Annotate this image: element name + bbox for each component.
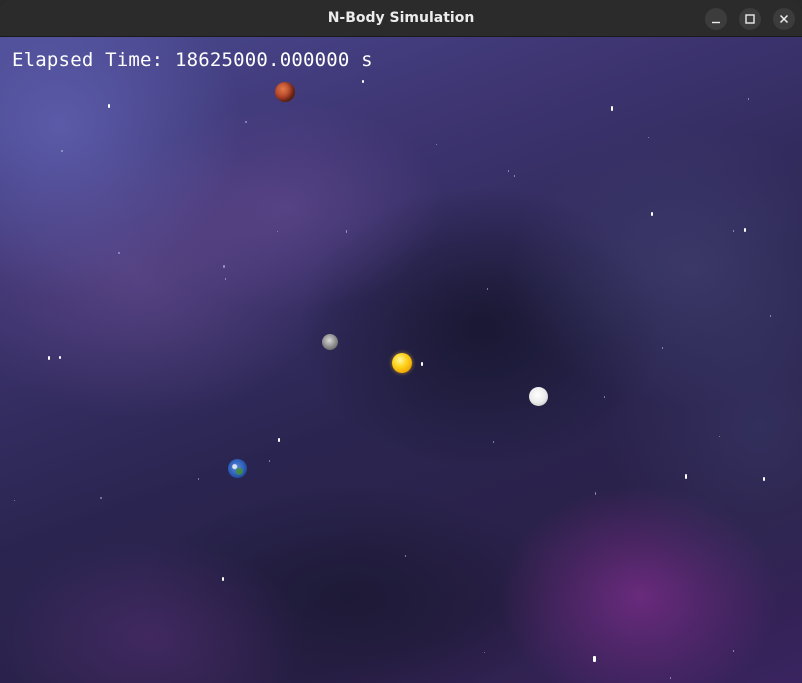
mars-icon [275, 82, 295, 102]
star [222, 577, 224, 581]
star [763, 477, 765, 481]
star [245, 121, 247, 123]
minimize-button[interactable] [705, 8, 727, 30]
star [593, 656, 596, 662]
star [118, 252, 120, 254]
star [277, 231, 278, 232]
star [514, 175, 515, 177]
star [59, 356, 61, 359]
star [108, 104, 110, 108]
star [405, 555, 406, 557]
star [670, 677, 671, 679]
star [61, 150, 63, 152]
star [100, 497, 102, 499]
star [436, 144, 437, 145]
star [719, 436, 720, 437]
elapsed-time-label: Elapsed Time: 18625000.000000 s [12, 49, 373, 71]
window-title: N-Body Simulation [327, 10, 475, 26]
star [744, 228, 746, 232]
star [595, 492, 596, 495]
star [269, 460, 270, 462]
maximize-icon [745, 14, 755, 24]
star [604, 396, 605, 398]
star [662, 347, 663, 349]
sun-icon [392, 353, 412, 373]
star [685, 474, 687, 479]
star [223, 265, 225, 268]
star [346, 230, 347, 233]
star [48, 356, 50, 360]
close-button[interactable] [773, 8, 795, 30]
star [648, 137, 649, 138]
star [14, 500, 15, 501]
star [362, 80, 364, 83]
star [484, 652, 485, 653]
star [748, 98, 749, 100]
star [611, 106, 613, 111]
star [225, 278, 226, 280]
star [278, 438, 280, 442]
app-window: N-Body Simulation Elapsed Time: 18625000… [0, 0, 802, 683]
star [733, 650, 734, 652]
maximize-button[interactable] [739, 8, 761, 30]
title-bar[interactable]: N-Body Simulation [0, 0, 802, 37]
star [770, 315, 771, 317]
minimize-icon [712, 21, 720, 24]
star [198, 478, 199, 480]
star [493, 441, 494, 443]
simulation-canvas[interactable]: Elapsed Time: 18625000.000000 s [0, 37, 802, 683]
mercury-icon [322, 334, 338, 350]
earth-icon [228, 459, 247, 478]
star [508, 170, 509, 172]
venus-icon [529, 387, 548, 406]
close-icon [779, 14, 789, 24]
star [487, 288, 488, 290]
star [733, 230, 734, 232]
star [651, 212, 653, 216]
star [421, 362, 423, 366]
